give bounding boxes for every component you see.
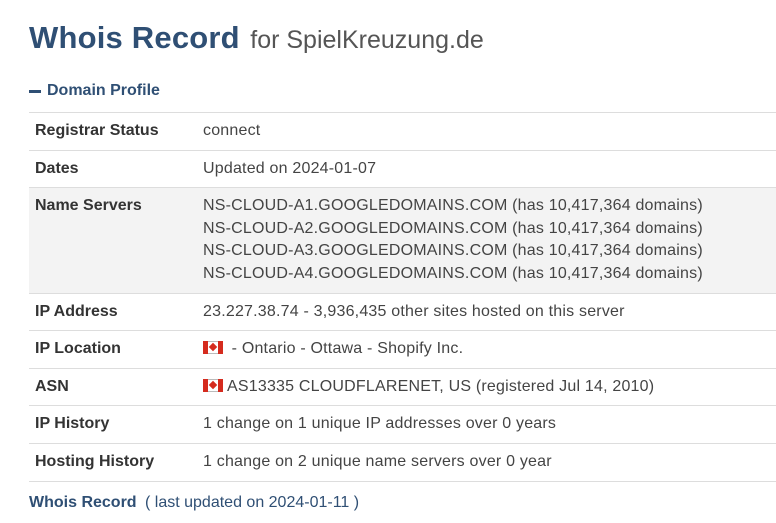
name-server-line: NS-CLOUD-A4.GOOGLEDOMAINS.COM (has 10,41… <box>203 264 703 282</box>
row-label-asn: ASN <box>35 377 69 395</box>
canada-flag-icon <box>203 341 223 355</box>
row-label-ip-address: IP Address <box>35 302 118 320</box>
name-server-line: NS-CLOUD-A3.GOOGLEDOMAINS.COM (has 10,41… <box>203 242 703 260</box>
row-label-ip-location: IP Location <box>35 340 121 358</box>
row-value-name-servers: NS-CLOUD-A1.GOOGLEDOMAINS.COM (has 10,41… <box>203 188 776 293</box>
canada-flag-icon <box>203 378 223 392</box>
row-value-ip-address: 23.227.38.74 - 3,936,435 other sites hos… <box>203 302 625 320</box>
whois-record-footer: Whois Record ( last updated on 2024-01-1… <box>29 494 359 512</box>
last-updated-note: ( last updated on 2024-01-11 ) <box>145 494 360 511</box>
whois-record-title: Whois Record <box>29 494 137 511</box>
row-value-dates: Updated on 2024-01-07 <box>203 159 377 177</box>
row-value-asn: AS13335 CLOUDFLARENET, US (registered Ju… <box>203 368 776 406</box>
domain-profile-toggle[interactable]: Domain Profile <box>29 82 160 100</box>
name-server-line: NS-CLOUD-A1.GOOGLEDOMAINS.COM (has 10,41… <box>203 197 703 215</box>
table-row: ASN AS13335 CLOUDFLARENET, US (registere… <box>29 368 776 406</box>
minus-icon <box>29 89 41 93</box>
table-row: IP Address 23.227.38.74 - 3,936,435 othe… <box>29 293 776 331</box>
table-row: Registrar Status connect <box>29 112 776 151</box>
table-row: Name Servers NS-CLOUD-A1.GOOGLEDOMAINS.C… <box>29 187 776 294</box>
name-server-line: NS-CLOUD-A2.GOOGLEDOMAINS.COM (has 10,41… <box>203 219 703 237</box>
page-title-main: Whois Record <box>29 20 240 55</box>
asn-text: AS13335 CLOUDFLARENET, US (registered Ju… <box>227 377 655 395</box>
row-value-registrar-status: connect <box>203 122 261 139</box>
row-label-hosting-history: Hosting History <box>35 452 155 470</box>
table-row: Hosting History 1 change on 2 unique nam… <box>29 443 776 482</box>
row-label-ip-history: IP History <box>35 415 110 433</box>
row-value-ip-history: 1 change on 1 unique IP addresses over 0… <box>203 415 557 433</box>
table-row: IP History 1 change on 1 unique IP addre… <box>29 405 776 444</box>
page-title-domain: for SpielKreuzung.de <box>250 26 484 54</box>
page-title: Whois Record for SpielKreuzung.de <box>29 20 484 56</box>
row-label-dates: Dates <box>35 159 79 177</box>
row-label-registrar-status: Registrar Status <box>35 122 159 139</box>
section-title: Domain Profile <box>47 82 160 99</box>
table-row: IP Location - Ontario - Ottawa - Shopify… <box>29 330 776 369</box>
row-label-name-servers: Name Servers <box>35 197 142 215</box>
ip-location-text: - Ontario - Ottawa - Shopify Inc. <box>227 340 464 358</box>
table-row: Dates Updated on 2024-01-07 <box>29 150 776 188</box>
row-value-ip-location: - Ontario - Ottawa - Shopify Inc. <box>203 331 776 369</box>
domain-profile-table: Registrar Status connect Dates Updated o… <box>29 112 776 482</box>
row-value-hosting-history: 1 change on 2 unique name servers over 0… <box>203 452 552 470</box>
